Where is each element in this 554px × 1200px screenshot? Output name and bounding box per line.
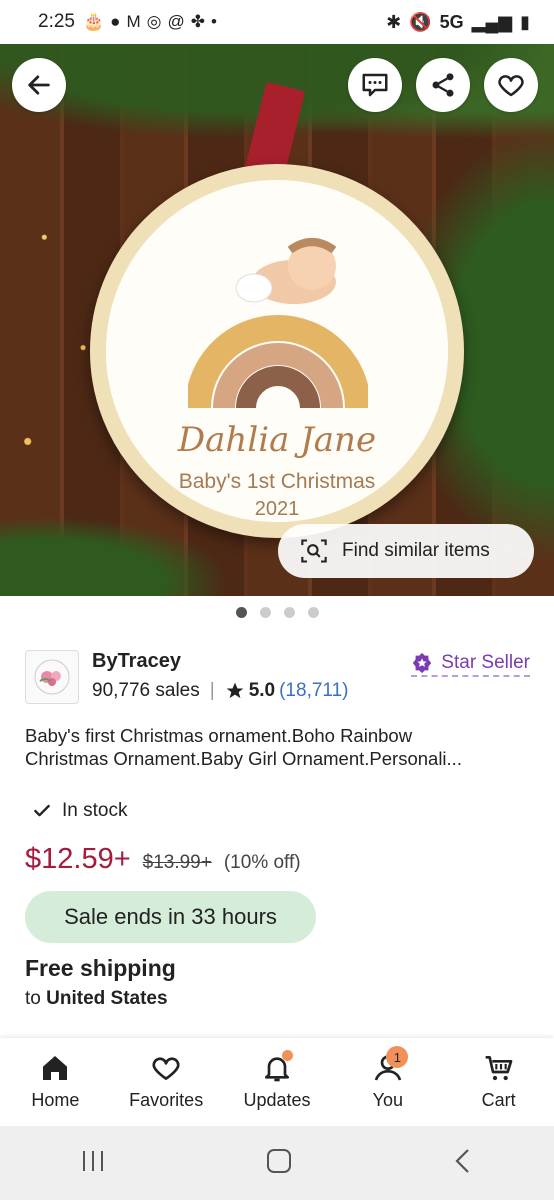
check-icon [34, 804, 50, 817]
carousel-dot[interactable] [283, 607, 295, 618]
title-line: Baby's first Christmas ornament.Boho Rai… [25, 725, 413, 746]
image-carousel-indicator [0, 607, 554, 618]
tab-label: Cart [481, 1090, 516, 1110]
recent-apps-icon [83, 1150, 103, 1171]
tab-label: Home [31, 1090, 80, 1110]
share-icon [432, 73, 454, 97]
discount-percent: (10% off) [223, 852, 301, 873]
star-icon [226, 682, 244, 699]
sleeping-baby-illustration [235, 238, 337, 304]
back-button[interactable] [12, 58, 66, 112]
shop-logo[interactable] [25, 650, 79, 704]
carousel-dot[interactable] [235, 607, 247, 618]
gmail-icon: M [126, 12, 141, 31]
mute-icon: 🔇 [409, 11, 432, 32]
shipping-country: United States [46, 988, 168, 1009]
instagram-icon: ◎ [146, 12, 162, 31]
cake-icon: 🎂 [82, 12, 105, 31]
chat-bubble-icon [362, 73, 388, 97]
listing-title[interactable]: Baby's first Christmas ornament.Boho Rai… [25, 724, 530, 770]
ornament-year: 2021 [254, 498, 300, 520]
shop-sales: 90,776 sales [92, 680, 200, 701]
tab-updates[interactable]: Updates [222, 1038, 333, 1126]
review-count[interactable]: (18,711) [279, 680, 348, 702]
star-seller-icon [413, 652, 432, 674]
pinwheel-icon: ✤ [190, 12, 205, 31]
tab-you[interactable]: 1 You [332, 1038, 443, 1126]
favorite-button[interactable] [484, 58, 538, 112]
star-seller-label: Star Seller [441, 652, 530, 673]
chevron-left-icon [455, 1148, 469, 1173]
shop-name[interactable]: ByTracey [92, 650, 181, 673]
stock-status: In stock [32, 800, 127, 822]
ornament: Dahlia Jane Baby's 1st Christmas 2021 [90, 164, 464, 538]
cart-icon [485, 1056, 512, 1081]
shop-rating[interactable]: 5.0 (18,711) [225, 680, 348, 702]
sale-ends-banner: Sale ends in 33 hours [25, 891, 316, 943]
back-system-button[interactable] [451, 1147, 475, 1180]
signal-icon: ▂▄▆ [471, 11, 513, 32]
divider: | [209, 680, 215, 701]
more-dot-icon: • [210, 12, 217, 31]
notification-icons: 🎂 ● M ◎ @ ✤ • [83, 12, 217, 32]
tab-label: Updates [243, 1090, 311, 1110]
system-navigation-bar [0, 1126, 554, 1200]
tab-label: Favorites [129, 1090, 204, 1110]
heart-outline-icon [498, 75, 524, 97]
tab-home[interactable]: Home [0, 1038, 111, 1126]
share-button[interactable] [416, 58, 470, 112]
star-seller-badge[interactable]: Star Seller [411, 652, 530, 677]
ornament-name: Dahlia Jane [177, 420, 377, 460]
rating-value: 5.0 [248, 680, 276, 701]
shop-stats: 90,776 sales | 5.0 (18,711) [92, 680, 348, 702]
bottom-tab-bar: Home Favorites Updates 1 You Cart [0, 1038, 554, 1126]
carousel-dot[interactable] [307, 607, 319, 618]
bluetooth-icon: ✱ [386, 11, 402, 32]
tab-label: You [372, 1090, 403, 1110]
product-image[interactable]: Dahlia Jane Baby's 1st Christmas 2021 [0, 44, 554, 596]
shipping-destination[interactable]: to United States [25, 988, 168, 1010]
home-square-icon [267, 1148, 291, 1173]
carousel-dot[interactable] [259, 607, 271, 618]
title-line: Christmas Ornament.Baby Girl Ornament.Pe… [25, 748, 462, 769]
sale-price: $12.59+ [25, 843, 131, 875]
status-time: 2:25 [38, 11, 75, 32]
updates-badge-dot [281, 1050, 293, 1061]
price-row: $12.59+ $13.99+ (10% off) [25, 843, 301, 876]
battery-icon: ▮ [520, 11, 530, 32]
stock-label: In stock [62, 800, 128, 821]
status-bar: 2:25 🎂 ● M ◎ @ ✤ • ✱ 🔇 5G ▂▄▆ ▮ [0, 0, 554, 44]
tab-cart[interactable]: Cart [443, 1038, 554, 1126]
message-seller-button[interactable] [348, 58, 402, 112]
flower-logo-icon [34, 659, 70, 695]
account-icon: ● [110, 12, 121, 31]
pine-branch-bottom [0, 516, 230, 596]
find-similar-button[interactable]: Find similar items [278, 524, 534, 578]
threads-icon: @ [167, 12, 185, 31]
home-icon [43, 1056, 68, 1080]
arrow-left-icon [28, 75, 50, 95]
original-price: $13.99+ [142, 852, 212, 873]
home-system-button[interactable] [265, 1147, 293, 1180]
tab-favorites[interactable]: Favorites [111, 1038, 222, 1126]
shipping-to-prefix: to [25, 988, 41, 1009]
visual-search-icon [301, 539, 327, 563]
ornament-caption: Baby's 1st Christmas [178, 470, 376, 493]
network-label: 5G [439, 11, 464, 32]
shipping-title: Free shipping [25, 955, 176, 981]
heart-icon [152, 1057, 180, 1080]
recent-apps-button[interactable] [79, 1148, 107, 1179]
you-badge-count: 1 [386, 1046, 409, 1068]
find-similar-label: Find similar items [342, 540, 490, 561]
shop-info: ByTracey 90,776 sales | 5.0 (18,711) Sta… [25, 650, 530, 706]
rainbow-illustration [188, 315, 368, 408]
